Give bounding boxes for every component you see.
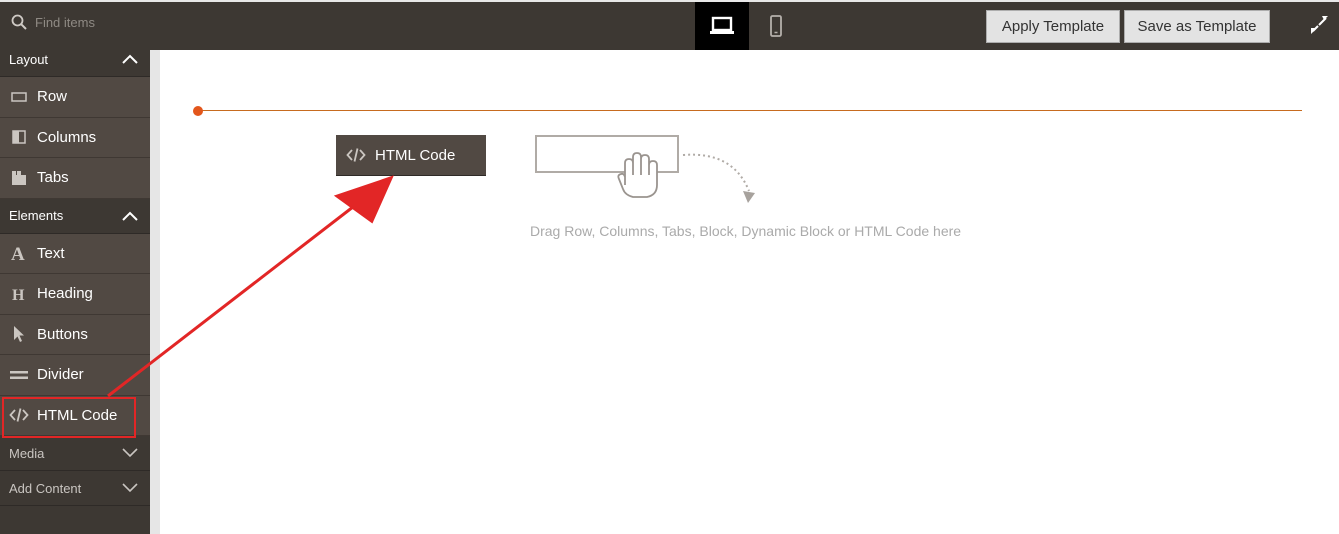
row-icon bbox=[9, 87, 29, 107]
code-icon bbox=[346, 148, 366, 162]
heading-icon: H bbox=[9, 284, 29, 304]
top-edge bbox=[0, 0, 1339, 2]
sidebar-item-label: Heading bbox=[37, 285, 93, 303]
chevron-down-icon bbox=[122, 448, 138, 458]
sidebar-item-heading[interactable]: H Heading bbox=[0, 274, 150, 315]
sidebar-item-tabs[interactable]: Tabs bbox=[0, 158, 150, 199]
drop-zone-hint: Drag Row, Columns, Tabs, Block, Dynamic … bbox=[530, 223, 962, 239]
sidebar-item-columns[interactable]: Columns bbox=[0, 118, 150, 158]
sidebar-item-label: Buttons bbox=[37, 325, 88, 343]
tabs-icon bbox=[9, 168, 29, 188]
group-header-layout[interactable]: Layout bbox=[0, 42, 150, 77]
search-box[interactable] bbox=[0, 2, 150, 42]
dragged-html-code-element[interactable]: HTML Code bbox=[336, 135, 486, 176]
sidebar-item-label: Columns bbox=[37, 128, 97, 146]
row-drop-indicator bbox=[193, 106, 203, 116]
group-title: Add Content bbox=[9, 480, 82, 496]
sidebar-item-divider[interactable]: Divider bbox=[0, 355, 150, 396]
element-panel: Layout Row Columns Tabs Elements A Text … bbox=[0, 42, 150, 534]
desktop-view-button[interactable] bbox=[695, 2, 749, 50]
chevron-down-icon bbox=[122, 483, 138, 493]
apply-template-button[interactable]: Apply Template bbox=[986, 10, 1120, 43]
save-as-template-button[interactable]: Save as Template bbox=[1124, 10, 1270, 43]
group-header-media[interactable]: Media bbox=[0, 436, 150, 471]
text-icon: A bbox=[9, 243, 29, 263]
drag-hand-illustration bbox=[535, 135, 755, 203]
collapse-icon bbox=[1311, 16, 1328, 34]
sidebar-item-buttons[interactable]: Buttons bbox=[0, 315, 150, 355]
columns-icon bbox=[9, 127, 29, 147]
sidebar-item-label: Text bbox=[37, 244, 65, 262]
code-icon bbox=[9, 405, 29, 425]
collapse-fullscreen-button[interactable] bbox=[1308, 14, 1330, 36]
svg-text:A: A bbox=[11, 244, 25, 262]
sidebar-item-label: HTML Code bbox=[37, 406, 118, 424]
dragged-element-label: HTML Code bbox=[375, 146, 456, 164]
group-title: Elements bbox=[9, 208, 64, 223]
sidebar-item-row[interactable]: Row bbox=[0, 77, 150, 118]
svg-text:H: H bbox=[12, 287, 25, 302]
group-title: Media bbox=[9, 445, 45, 461]
group-header-add-content[interactable]: Add Content bbox=[0, 471, 150, 506]
group-title: Layout bbox=[9, 51, 49, 67]
search-icon bbox=[11, 14, 27, 30]
sidebar-item-html-code[interactable]: HTML Code bbox=[0, 396, 150, 437]
sidebar-footer bbox=[0, 506, 150, 534]
top-toolbar: Apply Template Save as Template bbox=[0, 0, 1339, 50]
sidebar-item-label: Divider bbox=[37, 366, 84, 384]
mobile-icon bbox=[770, 15, 782, 37]
laptop-icon bbox=[710, 16, 734, 34]
sidebar-item-text[interactable]: A Text bbox=[0, 234, 150, 274]
chevron-up-icon bbox=[122, 211, 138, 221]
sidebar-item-label: Row bbox=[37, 88, 68, 106]
group-header-elements[interactable]: Elements bbox=[0, 198, 150, 234]
search-input[interactable] bbox=[35, 14, 145, 30]
row-drop-line bbox=[199, 110, 1302, 111]
sidebar-gutter bbox=[150, 50, 160, 534]
sidebar-item-label: Tabs bbox=[37, 169, 69, 187]
chevron-up-icon bbox=[122, 54, 138, 64]
mobile-view-button[interactable] bbox=[749, 2, 803, 50]
pointer-icon bbox=[9, 324, 29, 344]
page-builder-stage[interactable]: HTML Code Drag Row, Columns, Tabs, Block… bbox=[160, 50, 1339, 534]
divider-icon bbox=[9, 365, 29, 385]
